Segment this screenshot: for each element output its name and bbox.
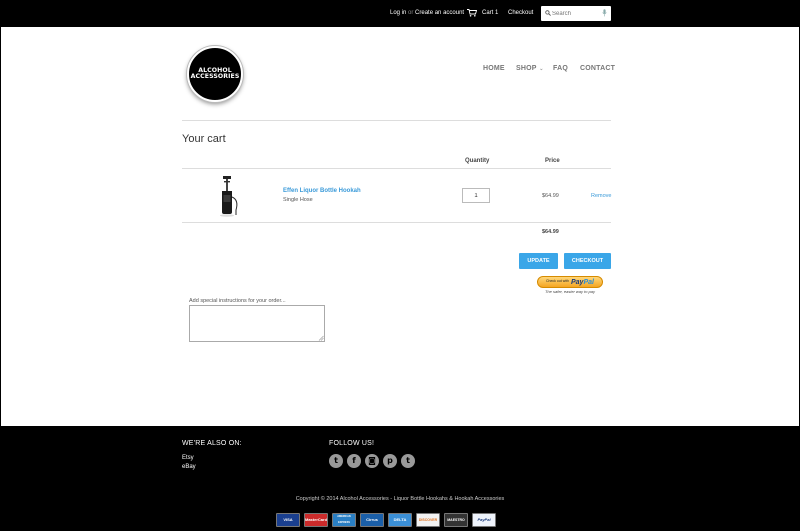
product-name-link[interactable]: Effen Liquor Bottle Hookah (283, 188, 361, 194)
header-quantity: Quantity (465, 158, 490, 164)
checkout-link[interactable]: Checkout (508, 10, 533, 16)
page-title: Your cart (182, 133, 226, 145)
site-logo[interactable]: ALCOHOL ACCESSORIES (187, 46, 243, 102)
paypal-small-text: Check out with (546, 279, 569, 284)
mastercard-card-icon: MasterCard (304, 513, 328, 527)
social-icons: t f ◙ p t (329, 454, 415, 468)
nav-contact[interactable]: CONTACT (580, 65, 615, 72)
product-variant: Single Hose (283, 197, 313, 203)
ebay-link[interactable]: eBay (182, 464, 196, 470)
nav-shop-label: SHOP (516, 65, 537, 72)
cart-count: 1 (495, 10, 499, 16)
discover-card-icon: DISCOVER (416, 513, 440, 527)
header-price: Price (545, 158, 560, 164)
table-header-divider (182, 168, 611, 169)
account-links: Log in or Create an account (390, 10, 464, 16)
cart-label: Cart (482, 10, 494, 16)
maestro-card-icon: MAESTRO (444, 513, 468, 527)
also-on-heading: WE'RE ALSO ON: (182, 440, 242, 447)
search-box (541, 6, 611, 21)
item-price: $64.99 (542, 193, 559, 199)
paypal-pill: Check out with PayPal (537, 276, 603, 288)
paypal-checkout-button[interactable]: Check out with PayPal The safer, easier … (537, 276, 603, 296)
paypal-brand-b: Pal (583, 278, 594, 286)
footer: WE'RE ALSO ON: Etsy eBay FOLLOW US! t f … (0, 426, 800, 531)
login-link[interactable]: Log in (390, 10, 406, 16)
checkout-button[interactable]: CHECKOUT (564, 253, 611, 269)
microphone-icon[interactable] (602, 9, 607, 17)
etsy-link[interactable]: Etsy (182, 455, 194, 461)
cart-icon (467, 9, 477, 17)
follow-heading: FOLLOW US! (329, 440, 375, 447)
facebook-icon[interactable]: f (347, 454, 361, 468)
tumblr-icon[interactable]: t (401, 454, 415, 468)
header-divider (182, 120, 611, 121)
cart-link[interactable]: Cart 1 (467, 9, 498, 17)
subtotal: $64.99 (542, 229, 559, 235)
nav-shop[interactable]: SHOP ⌄ (516, 65, 544, 72)
or-text: or (408, 10, 414, 16)
twitter-icon[interactable]: t (329, 454, 343, 468)
quantity-input[interactable] (462, 188, 490, 203)
search-input[interactable] (552, 8, 598, 19)
nav-home[interactable]: HOME (483, 65, 505, 72)
cirrus-card-icon: Cirrus (360, 513, 384, 527)
delta-card-icon: DELTA (388, 513, 412, 527)
paypal-brand-a: Pay (570, 278, 584, 286)
logo-line-2: ACCESSORIES (190, 73, 240, 80)
resize-grip-icon[interactable] (318, 335, 324, 341)
instructions-label: Add special instructions for your order.… (189, 298, 286, 304)
update-button[interactable]: UPDATE (519, 253, 558, 269)
chevron-down-icon: ⌄ (537, 66, 544, 72)
pinterest-icon[interactable]: p (383, 454, 397, 468)
amex-card-icon: AMERICAN EXPRESS (332, 513, 356, 527)
paypal-tagline: The safer, easier way to pay (544, 289, 596, 294)
visa-card-icon: VISA (276, 513, 300, 527)
paypal-logo: PayPal (571, 279, 594, 286)
payment-methods: VISA MasterCard AMERICAN EXPRESS Cirrus … (276, 513, 496, 527)
remove-link[interactable]: Remove (591, 193, 611, 199)
nav-faq[interactable]: FAQ (553, 65, 568, 72)
create-account-link[interactable]: Create an account (415, 10, 464, 16)
table-footer-divider (182, 222, 611, 223)
page-content (1, 27, 799, 426)
instagram-icon[interactable]: ◙ (365, 454, 379, 468)
search-icon (545, 10, 551, 16)
paypal-card-icon: PayPal (472, 513, 496, 527)
top-bar: Log in or Create an account Cart 1 Check… (0, 0, 800, 27)
copyright: Copyright © 2014 Alcohol Accessories - L… (295, 496, 505, 502)
product-image[interactable] (214, 174, 244, 218)
instructions-textarea[interactable] (189, 305, 325, 342)
